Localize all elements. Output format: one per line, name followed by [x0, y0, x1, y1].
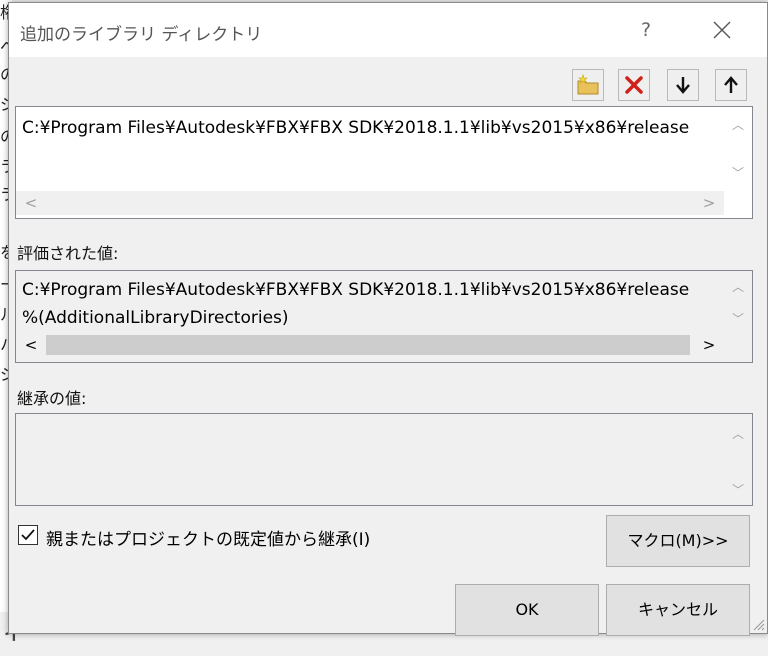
scroll-down-icon[interactable]: ﹀ — [724, 480, 752, 500]
directories-edit-box[interactable]: C:¥Program Files¥Autodesk¥FBX¥FBX SDK¥20… — [15, 106, 753, 219]
scroll-thumb[interactable] — [46, 335, 690, 355]
scroll-up-icon[interactable]: ︿ — [724, 115, 752, 135]
dialog-title: 追加のライブラリ ディレクトリ — [20, 25, 263, 45]
title-bar: 追加のライブラリ ディレクトリ ? — [9, 3, 767, 57]
inherit-checkbox-label[interactable]: 親またはプロジェクトの既定値から継承(I) — [46, 525, 370, 550]
scroll-down-icon[interactable]: ﹀ — [724, 163, 752, 183]
move-down-button[interactable] — [667, 69, 699, 101]
scroll-up-icon[interactable]: ︿ — [724, 424, 752, 444]
checkmark-icon — [21, 529, 35, 541]
scroll-left-icon[interactable]: < — [18, 333, 44, 357]
ok-button[interactable]: OK — [455, 584, 599, 636]
move-up-button[interactable] — [715, 69, 747, 101]
macro-button[interactable]: マクロ(M)>> — [606, 515, 750, 567]
evaluated-values-box: C:¥Program Files¥Autodesk¥FBX¥FBX SDK¥20… — [15, 270, 753, 363]
new-folder-icon — [577, 74, 599, 95]
close-button[interactable] — [699, 11, 745, 49]
evaluated-line: C:¥Program Files¥Autodesk¥FBX¥FBX SDK¥20… — [22, 280, 690, 300]
delete-line-button[interactable] — [618, 69, 650, 101]
library-directories-dialog: 追加のライブラリ ディレクトリ ? C:¥Program Files¥Autod… — [8, 2, 768, 636]
new-line-button[interactable] — [572, 69, 604, 101]
evaluated-line: %(AdditionalLibraryDirectories) — [22, 308, 289, 328]
horizontal-scrollbar[interactable]: < > — [16, 191, 724, 215]
resize-grip-icon[interactable] — [751, 617, 765, 631]
move-down-icon — [676, 77, 690, 94]
edit-line[interactable]: C:¥Program Files¥Autodesk¥FBX¥FBX SDK¥20… — [22, 118, 726, 138]
inherited-label: 継承の値: — [17, 389, 87, 408]
inherit-checkbox[interactable] — [18, 525, 38, 545]
horizontal-scrollbar[interactable]: < > — [16, 333, 724, 357]
inherited-values-box: ︿ ﹀ — [15, 413, 753, 506]
scroll-right-icon[interactable]: > — [696, 191, 722, 215]
vertical-scrollbar[interactable]: ︿ ﹀ — [724, 107, 752, 191]
scroll-right-icon[interactable]: > — [696, 333, 722, 357]
cancel-button[interactable]: キャンセル — [606, 584, 750, 636]
delete-icon — [625, 76, 643, 94]
vertical-scrollbar[interactable]: ︿ ﹀ — [724, 414, 752, 505]
close-icon — [713, 21, 731, 39]
evaluated-label: 評価された値: — [17, 244, 119, 263]
scroll-up-icon[interactable]: ︿ — [724, 277, 752, 297]
scroll-left-icon[interactable]: < — [18, 191, 44, 215]
vertical-scrollbar[interactable]: ︿ ﹀ — [724, 271, 752, 333]
scroll-down-icon[interactable]: ﹀ — [724, 309, 752, 329]
move-up-icon — [724, 76, 738, 93]
help-button[interactable]: ? — [629, 11, 663, 49]
